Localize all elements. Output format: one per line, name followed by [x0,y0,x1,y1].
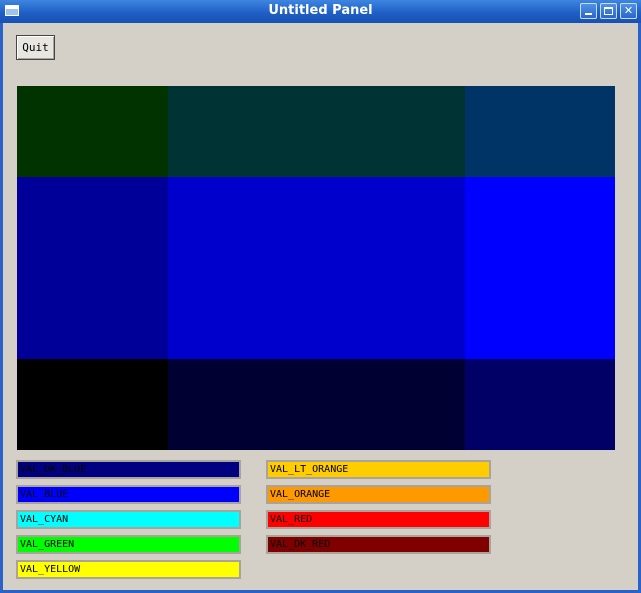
legend-blue: VAL_BLUE [16,485,241,504]
legend-orange: VAL_ORANGE [266,485,491,504]
color-palette-grid [17,86,615,450]
window-title: Untitled Panel [268,3,373,18]
maximize-icon [604,7,613,15]
window-border-left [0,23,3,593]
close-button[interactable]: ✕ [620,3,637,19]
minimize-button[interactable] [580,3,597,19]
palette-cell [168,359,465,450]
minimize-icon [585,13,592,15]
palette-cell [17,86,168,177]
close-icon: ✕ [623,4,634,17]
quit-button[interactable]: Quit [16,35,55,60]
legend-dk-red: VAL_DK_RED [266,535,491,554]
legend-green: VAL_GREEN [16,535,241,554]
maximize-button[interactable] [600,3,617,19]
palette-cell [17,177,168,359]
title-bar[interactable]: Untitled Panel ✕ [0,0,641,23]
palette-cell [465,86,615,177]
legend-red: VAL_RED [266,510,491,529]
palette-cell [168,177,465,359]
palette-cell [465,177,615,359]
legend-dk-blue: VAL_DK_BLUE [16,460,241,479]
legend-yellow: VAL_YELLOW [16,560,241,579]
legend-lt-orange: VAL_LT_ORANGE [266,460,491,479]
palette-cell [17,359,168,450]
palette-cell [465,359,615,450]
legend-cyan: VAL_CYAN [16,510,241,529]
palette-cell [168,86,465,177]
